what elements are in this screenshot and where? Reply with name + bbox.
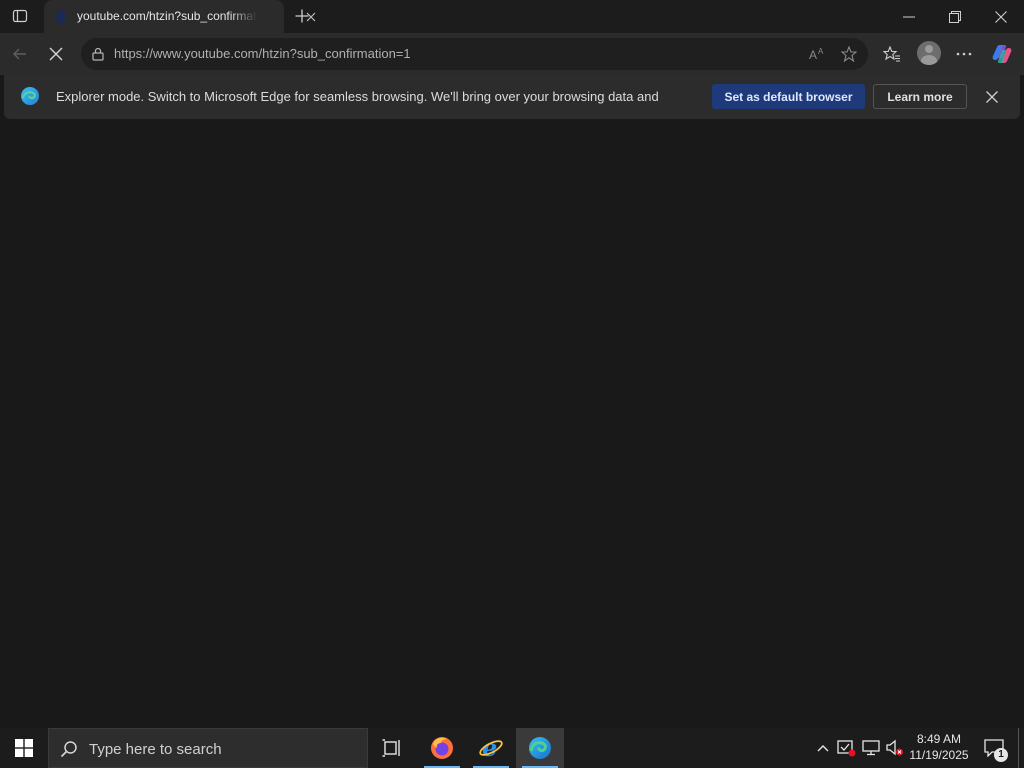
- minimize-icon[interactable]: [886, 0, 932, 33]
- close-window-icon[interactable]: [978, 0, 1024, 33]
- firefox-icon[interactable]: [418, 728, 466, 768]
- tab-actions-icon[interactable]: [6, 4, 34, 28]
- explorer-mode-infobar: Explorer mode. Switch to Microsoft Edge …: [4, 75, 1020, 119]
- stop-loading-icon[interactable]: [42, 40, 70, 68]
- edge-logo-icon: [21, 87, 39, 105]
- title-bar: youtube.com/htzin?sub_confirmation=1: [0, 0, 1024, 33]
- restore-icon[interactable]: [932, 0, 978, 33]
- chevron-up-icon[interactable]: [812, 737, 834, 759]
- address-bar[interactable]: https://www.youtube.com/htzin?sub_confir…: [81, 38, 868, 70]
- new-tab-icon[interactable]: [290, 4, 314, 28]
- security-alert-icon[interactable]: [836, 737, 858, 759]
- more-options-icon[interactable]: [950, 40, 978, 68]
- set-default-browser-button[interactable]: Set as default browser: [712, 84, 865, 109]
- browser-toolbar: https://www.youtube.com/htzin?sub_confir…: [0, 33, 1024, 75]
- learn-more-button[interactable]: Learn more: [873, 84, 967, 109]
- search-placeholder: Type here to search: [89, 741, 222, 758]
- profile-avatar[interactable]: [917, 41, 941, 65]
- back-arrow-icon[interactable]: [6, 40, 34, 68]
- notification-count-badge: 1: [994, 748, 1008, 762]
- browser-tab[interactable]: youtube.com/htzin?sub_confirmation=1: [44, 0, 316, 33]
- clock-date: 11/19/2025: [909, 748, 969, 762]
- svg-text:A: A: [809, 48, 817, 61]
- infobar-message: Explorer mode. Switch to Microsoft Edge …: [56, 89, 659, 104]
- clock-time: 8:49 AM: [916, 732, 962, 746]
- lock-icon[interactable]: [90, 46, 106, 62]
- svg-text:A: A: [818, 47, 824, 56]
- url-text[interactable]: https://www.youtube.com/htzin?sub_confir…: [114, 46, 411, 61]
- windows-start-icon[interactable]: [0, 728, 48, 768]
- copilot-icon[interactable]: [988, 40, 1016, 68]
- favorites-icon[interactable]: [878, 40, 906, 68]
- show-desktop-button[interactable]: [1018, 728, 1024, 768]
- page-content[interactable]: [0, 120, 1024, 728]
- internet-explorer-icon[interactable]: e: [467, 728, 515, 768]
- system-clock[interactable]: 8:49 AM 11/19/2025: [903, 731, 975, 765]
- ie-mode-icon: [56, 10, 66, 24]
- favorite-star-icon[interactable]: [838, 44, 860, 64]
- infobar-close-icon[interactable]: [982, 87, 1002, 107]
- search-icon: [59, 739, 79, 759]
- network-icon[interactable]: [860, 737, 882, 759]
- read-aloud-icon[interactable]: AA: [807, 44, 829, 64]
- task-view-icon[interactable]: [368, 728, 416, 768]
- notification-center-icon[interactable]: 1: [980, 736, 1008, 762]
- tab-title: youtube.com/htzin?sub_confirmation=1: [77, 9, 257, 23]
- windows-taskbar: Type here to search e 8:49 AM 11/19/2025…: [0, 728, 1024, 768]
- taskbar-search-input[interactable]: Type here to search: [48, 728, 368, 768]
- edge-icon[interactable]: [516, 728, 564, 768]
